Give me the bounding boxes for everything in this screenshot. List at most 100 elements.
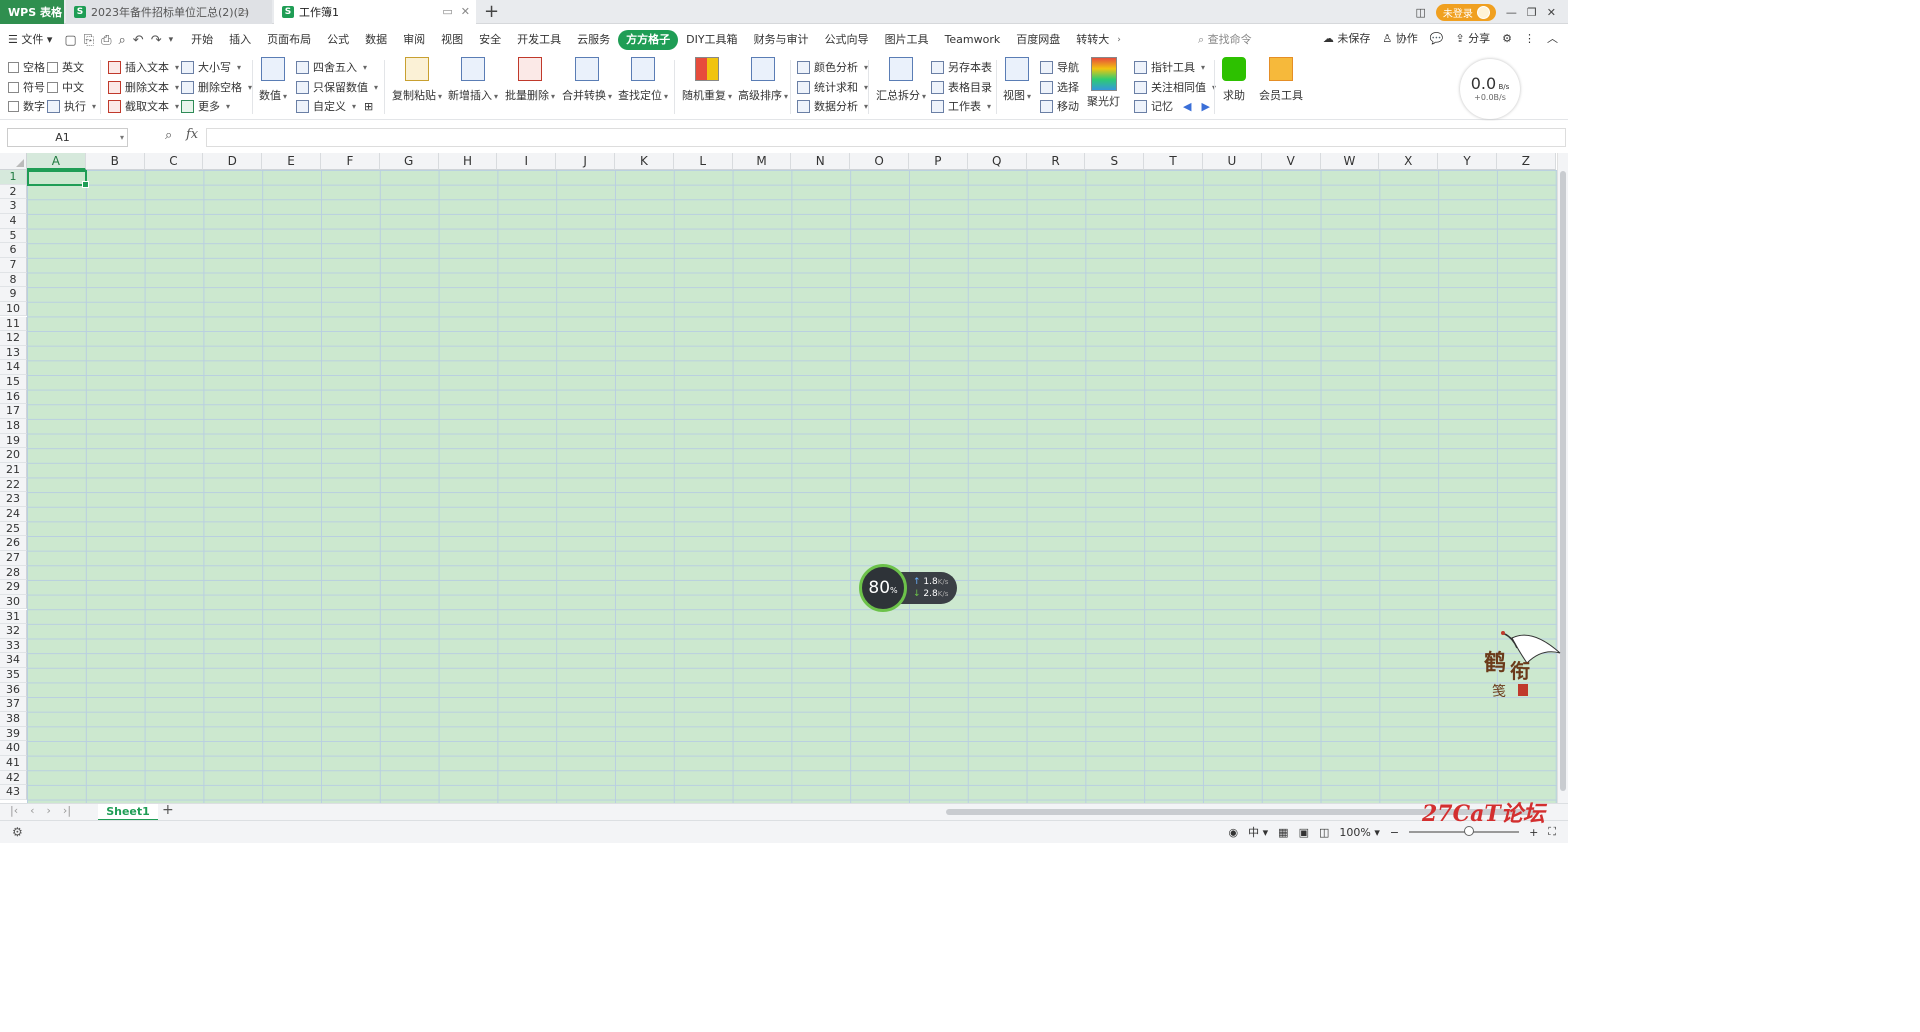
column-header[interactable]: W — [1320, 153, 1380, 170]
menu-start[interactable]: 开始 — [183, 30, 221, 50]
row-header[interactable]: 15 — [0, 375, 27, 390]
column-header[interactable]: E — [262, 153, 321, 170]
column-header[interactable]: T — [1144, 153, 1203, 170]
row-header[interactable]: 25 — [0, 521, 27, 537]
same-value-button[interactable]: 关注相同值▾ — [1134, 78, 1216, 96]
delete-text-button[interactable]: 删除文本 ▾ — [108, 78, 179, 96]
view-button[interactable]: 视图 ▾ — [1003, 57, 1031, 103]
row-header[interactable]: 11 — [0, 316, 27, 332]
check-english[interactable]: 英文 — [47, 58, 84, 76]
arrow-left-icon[interactable]: ◀ — [1183, 100, 1191, 113]
column-header[interactable]: H — [438, 153, 498, 170]
custom-button[interactable]: 自定义 ▾ ⊞ — [296, 97, 373, 115]
row-header[interactable]: 35 — [0, 668, 27, 683]
minimize-icon[interactable]: — — [1506, 6, 1517, 19]
vertical-scrollbar[interactable] — [1557, 153, 1568, 803]
fx-icon[interactable]: fx — [186, 127, 198, 142]
row-header[interactable]: 5 — [0, 228, 27, 244]
selected-cell[interactable] — [27, 170, 89, 188]
menu-dev-tools[interactable]: 开发工具 — [509, 30, 569, 50]
close-icon[interactable]: ✕ — [461, 5, 470, 18]
export-icon[interactable]: ⎘ — [84, 33, 94, 48]
row-header[interactable]: 37 — [0, 697, 27, 713]
network-monitor[interactable]: 80% ↑ 1.8K/s ↓ 2.8K/s — [859, 564, 957, 612]
row-header[interactable]: 14 — [0, 360, 27, 376]
restore-icon[interactable]: ❐ — [1527, 6, 1537, 19]
row-header[interactable]: 13 — [0, 345, 27, 361]
preview-icon[interactable]: ⌕ — [119, 33, 126, 48]
collab-button[interactable]: ♙ 协作 — [1382, 30, 1417, 46]
stat-sum-button[interactable]: 统计求和 ▾ — [797, 78, 868, 96]
row-header[interactable]: 16 — [0, 389, 27, 405]
zoom-level[interactable]: 100% ▾ — [1339, 826, 1379, 839]
row-header[interactable]: 21 — [0, 463, 27, 478]
menu-data[interactable]: 数据 — [357, 30, 395, 50]
print-icon[interactable]: ⎙ — [101, 33, 111, 48]
macro-icon[interactable]: ⚙ — [12, 825, 23, 839]
nav-button[interactable]: 导航 — [1040, 58, 1079, 76]
member-tools-button[interactable]: 会员工具 — [1259, 57, 1303, 103]
menu-convert[interactable]: 转转大 — [1068, 30, 1117, 50]
row-header[interactable]: 4 — [0, 213, 27, 229]
column-header[interactable]: X — [1379, 153, 1439, 170]
zoom-slider[interactable] — [1409, 826, 1520, 836]
menu-review[interactable]: 审阅 — [395, 30, 433, 50]
row-header[interactable]: 19 — [0, 433, 27, 449]
row-header[interactable]: 41 — [0, 756, 27, 771]
row-header[interactable]: 28 — [0, 565, 27, 581]
row-header[interactable]: 7 — [0, 257, 27, 273]
page-break-icon[interactable]: ◫ — [1319, 826, 1329, 839]
column-header[interactable]: M — [732, 153, 792, 170]
checkbox[interactable] — [8, 61, 19, 73]
row-header[interactable]: 39 — [0, 726, 27, 742]
insert-text-button[interactable]: 插入文本 ▾ — [108, 58, 179, 76]
column-header[interactable]: Y — [1438, 153, 1497, 170]
undo-icon[interactable]: ↶ — [133, 33, 144, 48]
row-header[interactable]: 22 — [0, 477, 27, 493]
monitor-icon[interactable]: ▭ — [442, 5, 452, 18]
save-sheet-button[interactable]: 另存本表 — [931, 58, 992, 76]
menu-diy[interactable]: DIY工具箱 — [678, 30, 745, 50]
row-header[interactable]: 29 — [0, 580, 27, 595]
color-analysis-button[interactable]: 颜色分析 ▾ — [797, 58, 868, 76]
cell-area[interactable] — [27, 170, 1557, 803]
check-symbol[interactable]: 符号 — [8, 78, 45, 96]
menu-finance[interactable]: 财务与审计 — [746, 30, 817, 50]
eye-protect-icon[interactable]: ◉ — [1229, 826, 1239, 839]
menu-security[interactable]: 安全 — [471, 30, 509, 50]
redo-icon[interactable]: ↷ — [151, 33, 162, 48]
row-header[interactable]: 18 — [0, 419, 27, 434]
menu-fangfang[interactable]: 方方格子 — [618, 30, 679, 50]
exec-button[interactable]: 执行 ▾ — [47, 97, 96, 115]
column-header[interactable]: L — [673, 153, 733, 170]
row-header[interactable]: 34 — [0, 653, 27, 669]
memory-button[interactable]: 记忆 ◀ ▶ — [1134, 97, 1210, 115]
search-command[interactable]: ⌕ 查找命令 — [1198, 31, 1252, 47]
column-header[interactable]: K — [615, 153, 674, 170]
row-header[interactable]: 40 — [0, 741, 27, 756]
formula-input[interactable] — [206, 128, 1566, 147]
settings-icon[interactable]: ⚙ — [1502, 32, 1512, 45]
summary-split-button[interactable]: 汇总拆分 ▾ — [876, 57, 926, 103]
chevron-right-icon[interactable]: › — [1117, 35, 1121, 45]
add-insert-button[interactable]: 新增插入 ▾ — [448, 57, 498, 103]
workbook-tab[interactable]: S 工作簿1 ▭ ✕ — [274, 0, 476, 24]
app-tab[interactable]: WPS 表格 — [0, 0, 64, 24]
column-header[interactable]: C — [144, 153, 204, 170]
save-icon[interactable]: ▢ — [64, 33, 76, 48]
fullscreen-icon[interactable]: ⛶ — [1548, 825, 1556, 839]
prev-sheet-icon[interactable]: ‹ — [30, 804, 34, 817]
check-chinese[interactable]: 中文 — [47, 78, 84, 96]
find-locate-button[interactable]: 查找定位 ▾ — [618, 57, 668, 103]
row-header[interactable]: 26 — [0, 536, 27, 551]
merge-convert-button[interactable]: 合并转换 ▾ — [562, 57, 612, 103]
column-header[interactable]: U — [1203, 153, 1262, 170]
check-space[interactable]: 空格 — [8, 58, 45, 76]
case-button[interactable]: 大小写 ▾ — [181, 58, 241, 76]
share-button[interactable]: ⇪ 分享 — [1455, 30, 1490, 46]
document-tab[interactable]: S 2023年备件招标单位汇总(2)(2) ▭ — [66, 0, 272, 24]
batch-delete-button[interactable]: 批量删除 ▾ — [505, 57, 555, 103]
row-header[interactable]: 2 — [0, 184, 27, 200]
row-header[interactable]: 8 — [0, 272, 27, 288]
row-header[interactable]: 6 — [0, 243, 27, 258]
